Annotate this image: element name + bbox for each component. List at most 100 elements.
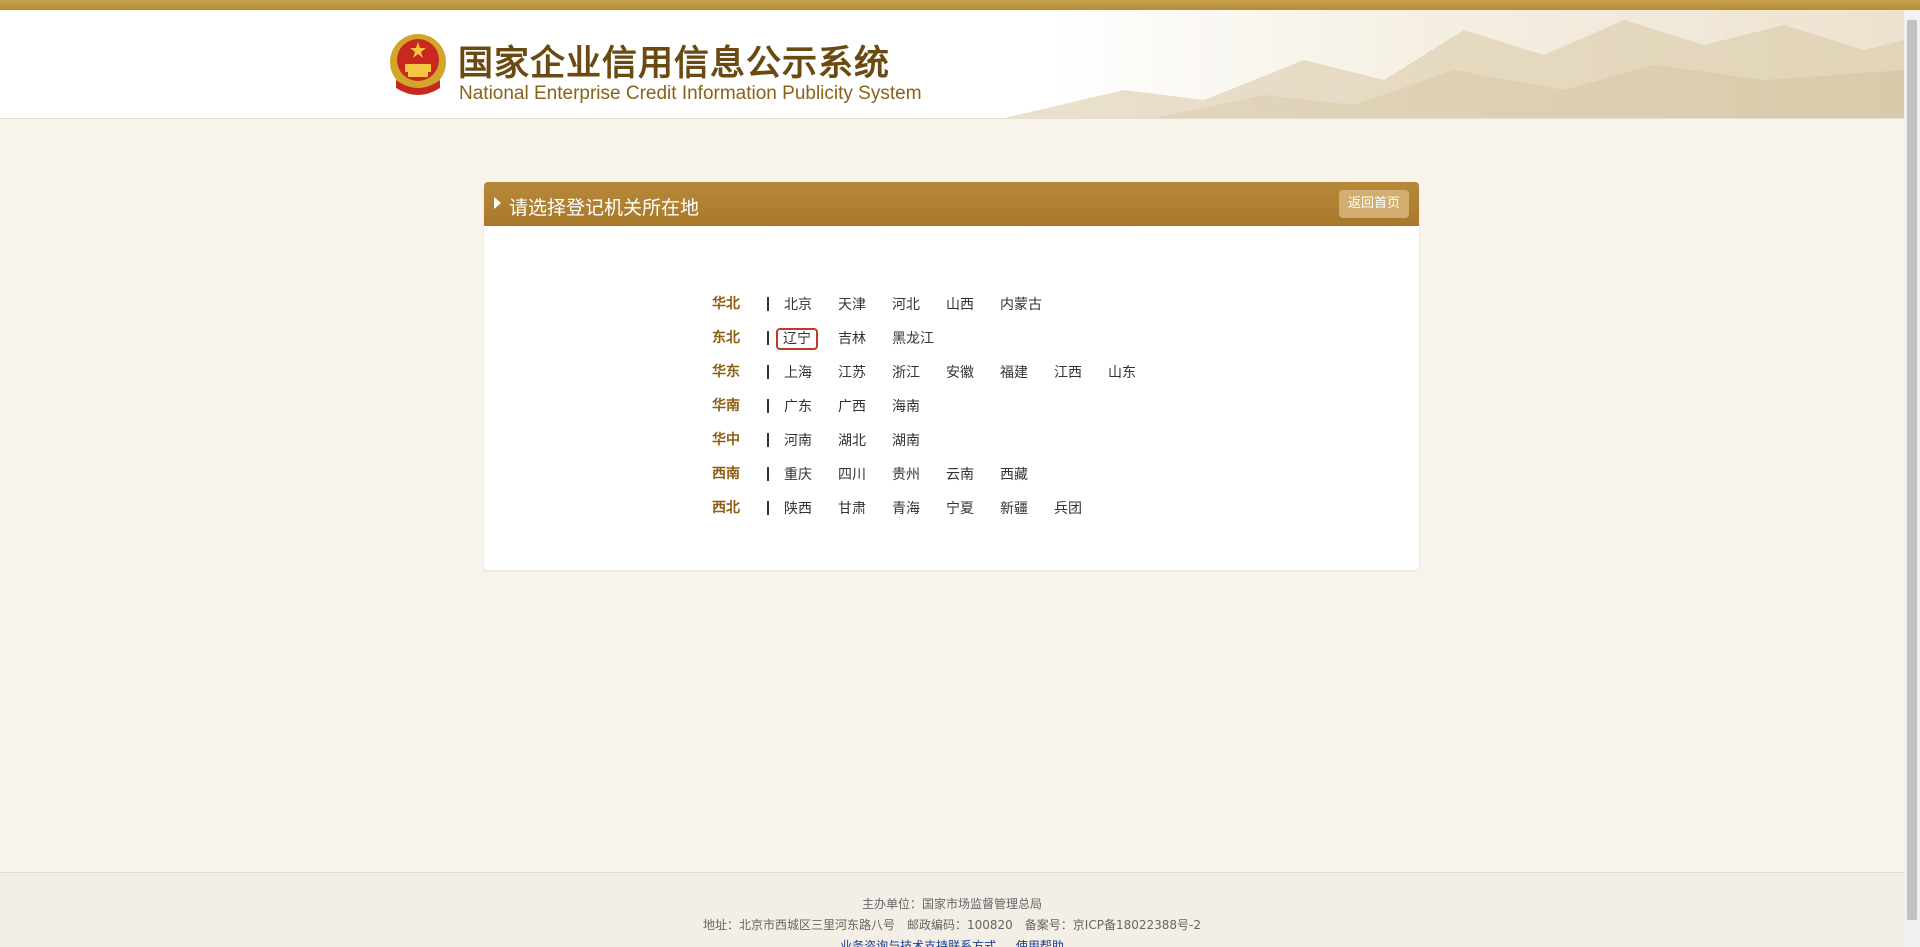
province-label: 广东 xyxy=(784,399,812,415)
province-label: 湖南 xyxy=(892,433,920,449)
province-link[interactable]: 吉林 xyxy=(838,322,892,356)
province-label: 青海 xyxy=(892,501,920,517)
province-label: 兵团 xyxy=(1054,501,1082,517)
province-label: 北京 xyxy=(784,297,812,313)
region-separator xyxy=(767,399,769,413)
site-footer: 主办单位：国家市场监督管理总局 地址：北京市西城区三里河东路八号 邮政编码：10… xyxy=(0,872,1904,947)
province-link[interactable]: 天津 xyxy=(838,288,892,322)
footer-address: 地址：北京市西城区三里河东路八号 邮政编码：100820 备案号：京ICP备18… xyxy=(702,918,1201,932)
footer-links: 业务咨询与技术支持联系方式 使用帮助 xyxy=(0,937,1904,947)
region-separator xyxy=(767,297,769,311)
province-link[interactable]: 北京 xyxy=(784,288,838,322)
region-name: 华东 xyxy=(712,364,740,380)
province-link[interactable]: 贵州 xyxy=(892,458,946,492)
help-link[interactable]: 使用帮助 xyxy=(1016,939,1064,947)
province-link[interactable]: 西藏 xyxy=(1000,458,1054,492)
region-name: 华南 xyxy=(712,398,740,414)
vertical-scrollbar[interactable] xyxy=(1904,10,1920,947)
province-link[interactable]: 河北 xyxy=(892,288,946,322)
province-link[interactable]: 海南 xyxy=(892,390,946,424)
province-link[interactable]: 青海 xyxy=(892,492,946,526)
back-home-button[interactable]: 返回首页 xyxy=(1338,190,1409,218)
province-link[interactable]: 辽宁 xyxy=(776,322,838,356)
province-link[interactable]: 河南 xyxy=(784,424,838,458)
province-label: 江苏 xyxy=(838,365,866,381)
mountain-landscape-decoration xyxy=(1004,20,1904,118)
province-link[interactable]: 山西 xyxy=(946,288,1000,322)
province-label: 海南 xyxy=(892,399,920,415)
province-link[interactable]: 新疆 xyxy=(1000,492,1054,526)
province-link[interactable]: 广东 xyxy=(784,390,838,424)
province-list: 北京 天津 河北 山西 内蒙古 xyxy=(784,287,1054,322)
province-link[interactable]: 四川 xyxy=(838,458,892,492)
province-list: 陕西 甘肃 青海 宁夏 新疆 兵团 xyxy=(784,491,1108,526)
province-link[interactable]: 福建 xyxy=(1000,356,1054,390)
province-label: 陕西 xyxy=(784,501,812,517)
scrollbar-thumb[interactable] xyxy=(1907,20,1917,920)
province-label: 福建 xyxy=(1000,365,1028,381)
province-label: 新疆 xyxy=(1000,501,1028,517)
region-name: 东北 xyxy=(712,330,740,346)
province-link[interactable]: 陕西 xyxy=(784,492,838,526)
province-label: 湖北 xyxy=(838,433,866,449)
footer-sponsor: 主办单位：国家市场监督管理总局 xyxy=(861,897,1042,911)
caret-right-icon xyxy=(494,197,501,209)
province-label: 安徽 xyxy=(946,365,974,381)
province-link[interactable]: 内蒙古 xyxy=(1000,288,1054,322)
province-label: 黑龙江 xyxy=(892,331,934,347)
province-label: 四川 xyxy=(838,467,866,483)
province-link[interactable]: 广西 xyxy=(838,390,892,424)
page: 国家企业信用信息公示系统 National Enterprise Credit … xyxy=(0,0,1920,947)
region-name: 华中 xyxy=(712,432,740,448)
site-header: 国家企业信用信息公示系统 National Enterprise Credit … xyxy=(0,10,1904,119)
province-link[interactable]: 宁夏 xyxy=(946,492,1000,526)
province-label: 宁夏 xyxy=(946,501,974,517)
province-label: 吉林 xyxy=(838,331,866,347)
province-label: 天津 xyxy=(838,297,866,313)
province-link[interactable]: 江西 xyxy=(1054,356,1108,390)
province-list: 辽宁 吉林 黑龙江 xyxy=(776,321,946,356)
contact-support-link[interactable]: 业务咨询与技术支持联系方式 xyxy=(840,939,996,947)
province-link[interactable]: 云南 xyxy=(946,458,1000,492)
province-label: 河北 xyxy=(892,297,920,313)
province-link[interactable]: 湖南 xyxy=(892,424,946,458)
region-separator xyxy=(767,467,769,481)
region-name: 西北 xyxy=(712,500,740,516)
province-link[interactable]: 湖北 xyxy=(838,424,892,458)
site-title-chinese: 国家企业信用信息公示系统 xyxy=(458,44,891,84)
province-label: 重庆 xyxy=(784,467,812,483)
province-link[interactable]: 上海 xyxy=(784,356,838,390)
province-list: 重庆 四川 贵州 云南 西藏 xyxy=(784,457,1054,492)
province-label: 浙江 xyxy=(892,365,920,381)
province-list: 广东 广西 海南 xyxy=(784,389,946,424)
national-emblem-icon xyxy=(390,34,446,95)
province-link[interactable]: 重庆 xyxy=(784,458,838,492)
province-label: 上海 xyxy=(784,365,812,381)
region-name: 华北 xyxy=(712,296,740,312)
province-link[interactable]: 安徽 xyxy=(946,356,1000,390)
region-separator xyxy=(767,365,769,379)
region-name: 西南 xyxy=(712,466,740,482)
province-label: 河南 xyxy=(784,433,812,449)
panel-header: 请选择登记机关所在地 返回首页 xyxy=(484,182,1419,226)
province-label: 内蒙古 xyxy=(1000,297,1042,313)
province-label: 贵州 xyxy=(892,467,920,483)
province-label: 辽宁 xyxy=(776,328,818,350)
province-link[interactable]: 山东 xyxy=(1108,356,1162,390)
province-link[interactable]: 黑龙江 xyxy=(892,322,946,356)
province-label: 云南 xyxy=(946,467,974,483)
province-link[interactable]: 兵团 xyxy=(1054,492,1108,526)
region-separator xyxy=(767,501,769,515)
province-link[interactable]: 甘肃 xyxy=(838,492,892,526)
region-separator xyxy=(767,433,769,447)
panel-title: 请选择登记机关所在地 xyxy=(509,197,700,219)
province-label: 江西 xyxy=(1054,365,1082,381)
province-label: 山东 xyxy=(1108,365,1136,381)
province-label: 西藏 xyxy=(1000,467,1028,483)
province-label: 甘肃 xyxy=(838,501,866,517)
province-link[interactable]: 江苏 xyxy=(838,356,892,390)
province-label: 广西 xyxy=(838,399,866,415)
province-label: 山西 xyxy=(946,297,974,313)
region-select-panel: 请选择登记机关所在地 返回首页 华北 北京 天津 河北 山西 内蒙古东北 辽宁 吉林 黑龙江华东… xyxy=(484,182,1419,570)
province-link[interactable]: 浙江 xyxy=(892,356,946,390)
